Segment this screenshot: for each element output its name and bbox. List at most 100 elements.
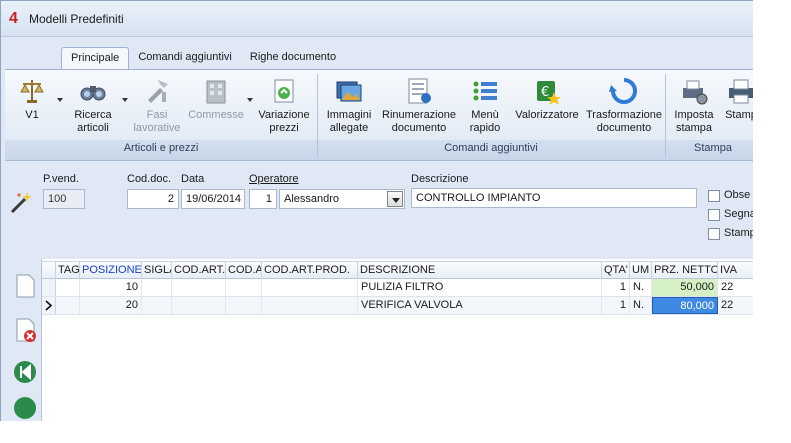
operatore-label[interactable]: Operatore xyxy=(249,173,299,185)
torn-edge-right xyxy=(753,0,791,443)
cell-cod-art-prod[interactable] xyxy=(262,297,358,314)
operatore-id-field[interactable]: 1 xyxy=(249,189,277,209)
commesse-button[interactable]: Commesse xyxy=(187,76,245,136)
operatore-select[interactable]: Alessandro xyxy=(279,189,405,209)
trasformazione-label-1: Trasformazione xyxy=(585,109,662,121)
table-row[interactable]: 10 PULIZIA FILTRO 1 N. 50,000 22 xyxy=(42,279,759,297)
fasi-label-1: Fasi xyxy=(146,109,168,121)
chevron-down-icon[interactable] xyxy=(387,191,403,207)
grid-header: TAG POSIZIONE SIGLA COD.ART. COD.A COD.A… xyxy=(42,261,759,279)
rinumerazione-label-1: Rinumerazione xyxy=(382,109,456,121)
delete-row-icon[interactable] xyxy=(13,317,37,343)
cell-cod-a[interactable] xyxy=(226,297,262,314)
immagini-label-2: allegate xyxy=(329,122,369,134)
variazione-label-2: prezzi xyxy=(269,122,299,134)
cell-qta[interactable]: 1 xyxy=(602,279,630,296)
immagini-label-1: Immagini xyxy=(326,109,372,121)
main-window: 4 Modelli Predefiniti Principale Comandi… xyxy=(0,0,760,425)
header-sigla[interactable]: SIGLA xyxy=(142,262,172,279)
v1-button[interactable]: V1 xyxy=(9,76,55,136)
checkbox-obse-label: Obse xyxy=(724,189,751,201)
v1-dropdown-arrow[interactable] xyxy=(57,98,63,102)
ribbon-body: V1 Ricerca articoli Fasi lavorative Comm… xyxy=(5,69,759,161)
header-prz-netto[interactable]: PRZ. NETTO xyxy=(652,262,718,279)
document-rows-grid: TAG POSIZIONE SIGLA COD.ART. COD.A COD.A… xyxy=(41,259,759,424)
header-posizione[interactable]: POSIZIONE xyxy=(80,262,142,279)
tab-righe-documento[interactable]: Righe documento xyxy=(241,47,345,69)
variazione-prezzi-button[interactable]: Variazione prezzi xyxy=(255,76,313,136)
data-field[interactable]: 19/06/2014 xyxy=(181,189,245,209)
cell-posizione[interactable]: 10 xyxy=(80,279,142,296)
binoculars-icon xyxy=(80,86,106,101)
images-icon xyxy=(336,81,362,102)
window-title: Modelli Predefiniti xyxy=(29,11,124,26)
imposta-label-1: Imposta xyxy=(674,109,714,121)
menu-label-1: Menù xyxy=(471,109,499,121)
ricerca-articoli-button[interactable]: Ricerca articoli xyxy=(67,76,119,136)
header-cod-art-prod[interactable]: COD.ART.PROD. xyxy=(262,262,358,279)
cell-cod-art[interactable] xyxy=(172,279,226,296)
menu-rapido-button[interactable]: Menù rapido xyxy=(461,76,509,136)
cell-posizione[interactable]: 20 xyxy=(80,297,142,314)
price-change-icon xyxy=(274,79,294,103)
cell-cod-a[interactable] xyxy=(226,279,262,296)
header-qta[interactable]: QTA' xyxy=(602,262,630,279)
checkbox-segna-label: Segna xyxy=(724,208,756,220)
app-logo-icon: 4 xyxy=(9,9,18,27)
previous-record-icon[interactable] xyxy=(13,395,37,421)
row-actions-sidebar xyxy=(5,259,41,424)
fasi-lavorative-button[interactable]: Fasi lavorative xyxy=(129,76,185,136)
cell-cod-art[interactable] xyxy=(172,297,226,314)
checkbox-stampat[interactable] xyxy=(708,228,720,240)
header-um[interactable]: UM xyxy=(630,262,652,279)
ribbon: Principale Comandi aggiuntivi Righe docu… xyxy=(1,37,759,161)
cell-tag[interactable] xyxy=(56,279,80,296)
tab-comandi-aggiuntivi[interactable]: Comandi aggiuntivi xyxy=(129,47,241,69)
v1-label: V1 xyxy=(25,109,39,121)
pvend-field[interactable]: 100 xyxy=(43,189,85,209)
row-indicator[interactable] xyxy=(42,297,56,314)
rinumerazione-documento-button[interactable]: Rinumerazione documento xyxy=(379,76,459,136)
cell-um[interactable]: N. xyxy=(630,297,652,314)
cell-prz-netto-selected[interactable]: 80,000 xyxy=(652,297,718,314)
cell-sigla[interactable] xyxy=(142,279,172,296)
cell-sigla[interactable] xyxy=(142,297,172,314)
valorizzatore-button[interactable]: € Valorizzatore xyxy=(511,76,583,136)
refresh-icon xyxy=(609,78,637,104)
checkbox-obse[interactable] xyxy=(708,190,720,202)
ricerca-dropdown-arrow[interactable] xyxy=(122,98,128,102)
renumber-icon xyxy=(408,78,431,104)
cell-cod-art-prod[interactable] xyxy=(262,279,358,296)
ribbon-tabs: Principale Comandi aggiuntivi Righe docu… xyxy=(61,47,345,69)
coddoc-field[interactable]: 2 xyxy=(127,189,179,209)
first-record-icon[interactable] xyxy=(13,359,37,385)
row-indicator[interactable] xyxy=(42,279,56,296)
new-row-icon[interactable] xyxy=(13,273,37,299)
list-icon xyxy=(473,81,497,101)
immagini-allegate-button[interactable]: Immagini allegate xyxy=(321,76,377,136)
header-descrizione[interactable]: DESCRIZIONE xyxy=(358,262,602,279)
tab-principale[interactable]: Principale xyxy=(61,47,130,69)
cell-um[interactable]: N. xyxy=(630,279,652,296)
imposta-label-2: stampa xyxy=(675,122,713,134)
coddoc-label: Cod.doc. xyxy=(127,173,172,185)
cell-tag[interactable] xyxy=(56,297,80,314)
magic-wand-icon[interactable] xyxy=(9,189,35,215)
header-cod-a[interactable]: COD.A xyxy=(226,262,262,279)
checkbox-segna[interactable] xyxy=(708,209,720,221)
cell-qta[interactable]: 1 xyxy=(602,297,630,314)
descrizione-field[interactable]: CONTROLLO IMPIANTO xyxy=(411,188,697,208)
data-label: Data xyxy=(181,173,205,185)
commesse-dropdown-arrow[interactable] xyxy=(247,98,253,102)
header-cod-art[interactable]: COD.ART. xyxy=(172,262,226,279)
building-icon xyxy=(206,80,226,104)
cell-descrizione[interactable]: PULIZIA FILTRO xyxy=(358,279,602,296)
trasformazione-documento-button[interactable]: Trasformazione documento xyxy=(583,76,665,136)
operatore-selected-value: Alessandro xyxy=(284,193,340,205)
cell-descrizione[interactable]: VERIFICA VALVOLA xyxy=(358,297,602,314)
imposta-stampa-button[interactable]: Imposta stampa xyxy=(669,76,719,136)
cell-prz-netto[interactable]: 50,000 xyxy=(652,279,718,296)
table-row[interactable]: 20 VERIFICA VALVOLA 1 N. 80,000 22 xyxy=(42,297,759,315)
euro-star-icon: € xyxy=(537,81,561,105)
header-tag[interactable]: TAG xyxy=(56,262,80,279)
